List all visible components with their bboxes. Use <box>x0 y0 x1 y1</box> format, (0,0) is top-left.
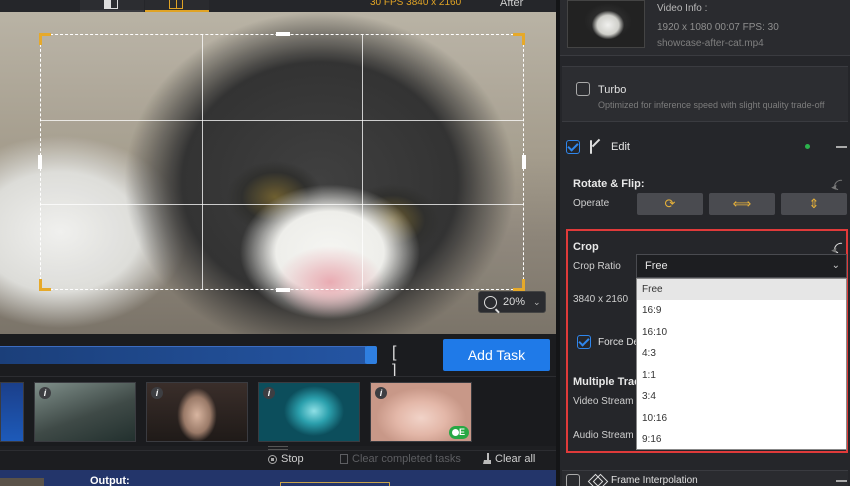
edit-label: Edit <box>611 141 630 153</box>
info-icon[interactable]: i <box>39 387 51 399</box>
task-thumbnail <box>0 478 44 486</box>
crop-handle-top-right[interactable] <box>513 33 525 45</box>
grid-line-v1 <box>201 35 203 289</box>
video-info-filename: showcase-after-cat.mp4 <box>657 38 764 49</box>
task-row[interactable] <box>0 470 556 486</box>
zoom-dropdown[interactable]: 20% ⌄ <box>478 291 546 313</box>
output-path-field[interactable] <box>280 482 390 486</box>
audio-stream-label: Audio Stream <box>573 430 634 441</box>
grid-line-v2 <box>362 35 364 289</box>
split-view-icon <box>169 0 183 9</box>
chevron-down-icon: ⌄ <box>533 296 541 307</box>
crop-ratio-value: Free <box>645 260 668 272</box>
status-dot <box>805 144 810 149</box>
edit-checkbox[interactable] <box>566 140 580 154</box>
crop-handle-right[interactable] <box>522 155 526 169</box>
video-thumbnail[interactable] <box>0 382 24 442</box>
clear-all-button[interactable]: Clear all <box>483 453 535 465</box>
preview-toolbar <box>0 0 556 12</box>
info-icon[interactable]: i <box>151 387 163 399</box>
edit-icon <box>590 140 592 154</box>
crop-ratio-label: Crop Ratio <box>573 261 621 272</box>
turbo-checkbox[interactable] <box>576 82 590 96</box>
rotate-flip-title: Rotate & Flip: <box>573 178 645 190</box>
crop-handle-bottom[interactable] <box>276 288 290 292</box>
add-task-button[interactable]: Add Task <box>443 339 550 371</box>
timeline-track[interactable] <box>0 346 366 364</box>
turbo-description: Optimized for inference speed with sligh… <box>598 100 825 110</box>
frame-interpolation-checkbox[interactable] <box>566 474 580 486</box>
video-stream-label: Video Stream <box>573 396 634 407</box>
ratio-option-3-4[interactable]: 3:4 <box>637 386 846 407</box>
ratio-option-9-16[interactable]: 9:16 <box>637 429 846 450</box>
single-view-button[interactable] <box>80 0 144 12</box>
grid-line-h1 <box>41 119 523 121</box>
zoom-icon <box>484 295 497 309</box>
crop-resolution: 3840 x 2160 <box>573 294 629 305</box>
flip-vertical-button[interactable]: ⇕ <box>781 193 847 215</box>
grid-line-h2 <box>41 204 523 206</box>
video-info-thumbnail <box>567 0 645 48</box>
stop-label: Stop <box>281 453 304 465</box>
turbo-label: Turbo <box>598 84 627 96</box>
ratio-option-10-16[interactable]: 10:16 <box>637 408 846 429</box>
single-view-icon <box>104 0 118 9</box>
broom-icon <box>483 453 491 464</box>
output-label: Output: <box>90 475 130 486</box>
video-info-specs: 1920 x 1080 00:07 FPS: 30 <box>657 22 779 33</box>
crop-handle-left[interactable] <box>38 155 42 169</box>
trim-brackets-button[interactable]: [ ] <box>392 344 422 379</box>
force-checkbox[interactable] <box>577 335 591 349</box>
video-thumbnail[interactable]: i <box>146 382 248 442</box>
operate-label: Operate <box>573 198 610 209</box>
document-icon <box>340 454 348 464</box>
force-label: Force De <box>598 337 640 348</box>
video-thumbnail[interactable]: i <box>258 382 360 442</box>
ratio-option-16-10[interactable]: 16:10 <box>637 322 846 343</box>
crop-handle-bottom-left[interactable] <box>39 279 51 291</box>
crop-ratio-dropdown-list: Free 16:9 16:10 4:3 1:1 3:4 10:16 9:16 <box>636 278 847 450</box>
edit-badge: E <box>449 426 469 439</box>
crop-rectangle[interactable] <box>38 32 526 292</box>
clear-completed-label: Clear completed tasks <box>352 453 461 465</box>
timeline-end-handle[interactable] <box>365 346 377 364</box>
video-thumbnail[interactable]: i <box>34 382 136 442</box>
after-label: After <box>500 0 524 9</box>
ratio-option-free[interactable]: Free <box>637 279 846 300</box>
ratio-option-4-3[interactable]: 4:3 <box>637 343 846 364</box>
stop-icon <box>268 454 277 464</box>
crop-handle-bottom-right[interactable] <box>513 279 525 291</box>
fps-resolution-label: 30 FPS 3840 x 2160 <box>370 0 462 8</box>
stop-button[interactable]: Stop <box>268 453 304 465</box>
info-icon[interactable]: i <box>375 387 387 399</box>
crop-ratio-select[interactable]: Free ⌄ <box>636 254 847 278</box>
rotate-button[interactable]: ⟳ <box>637 193 703 215</box>
ratio-option-1-1[interactable]: 1:1 <box>637 365 846 386</box>
ratio-option-16-9[interactable]: 16:9 <box>637 300 846 321</box>
clear-completed-button[interactable]: Clear completed tasks <box>340 453 461 465</box>
frame-interpolation-label: Frame Interpolation <box>611 475 698 486</box>
split-view-button[interactable] <box>145 0 209 12</box>
zoom-level: 20% <box>503 296 526 308</box>
clear-all-label: Clear all <box>495 453 536 465</box>
chevron-down-icon: ⌄ <box>831 260 840 271</box>
flip-horizontal-button[interactable]: ⟺ <box>709 193 775 215</box>
multiple-tracks-title: Multiple Trac <box>573 376 641 388</box>
crop-handle-top[interactable] <box>276 32 290 36</box>
crop-title: Crop <box>573 241 599 253</box>
collapse-icon[interactable] <box>836 480 847 482</box>
video-thumbnail-selected[interactable]: i E <box>370 382 472 442</box>
crop-handle-top-left[interactable] <box>39 33 51 45</box>
video-info-heading: Video Info : <box>657 3 708 14</box>
info-icon[interactable]: i <box>263 387 275 399</box>
collapse-icon[interactable] <box>836 146 847 148</box>
